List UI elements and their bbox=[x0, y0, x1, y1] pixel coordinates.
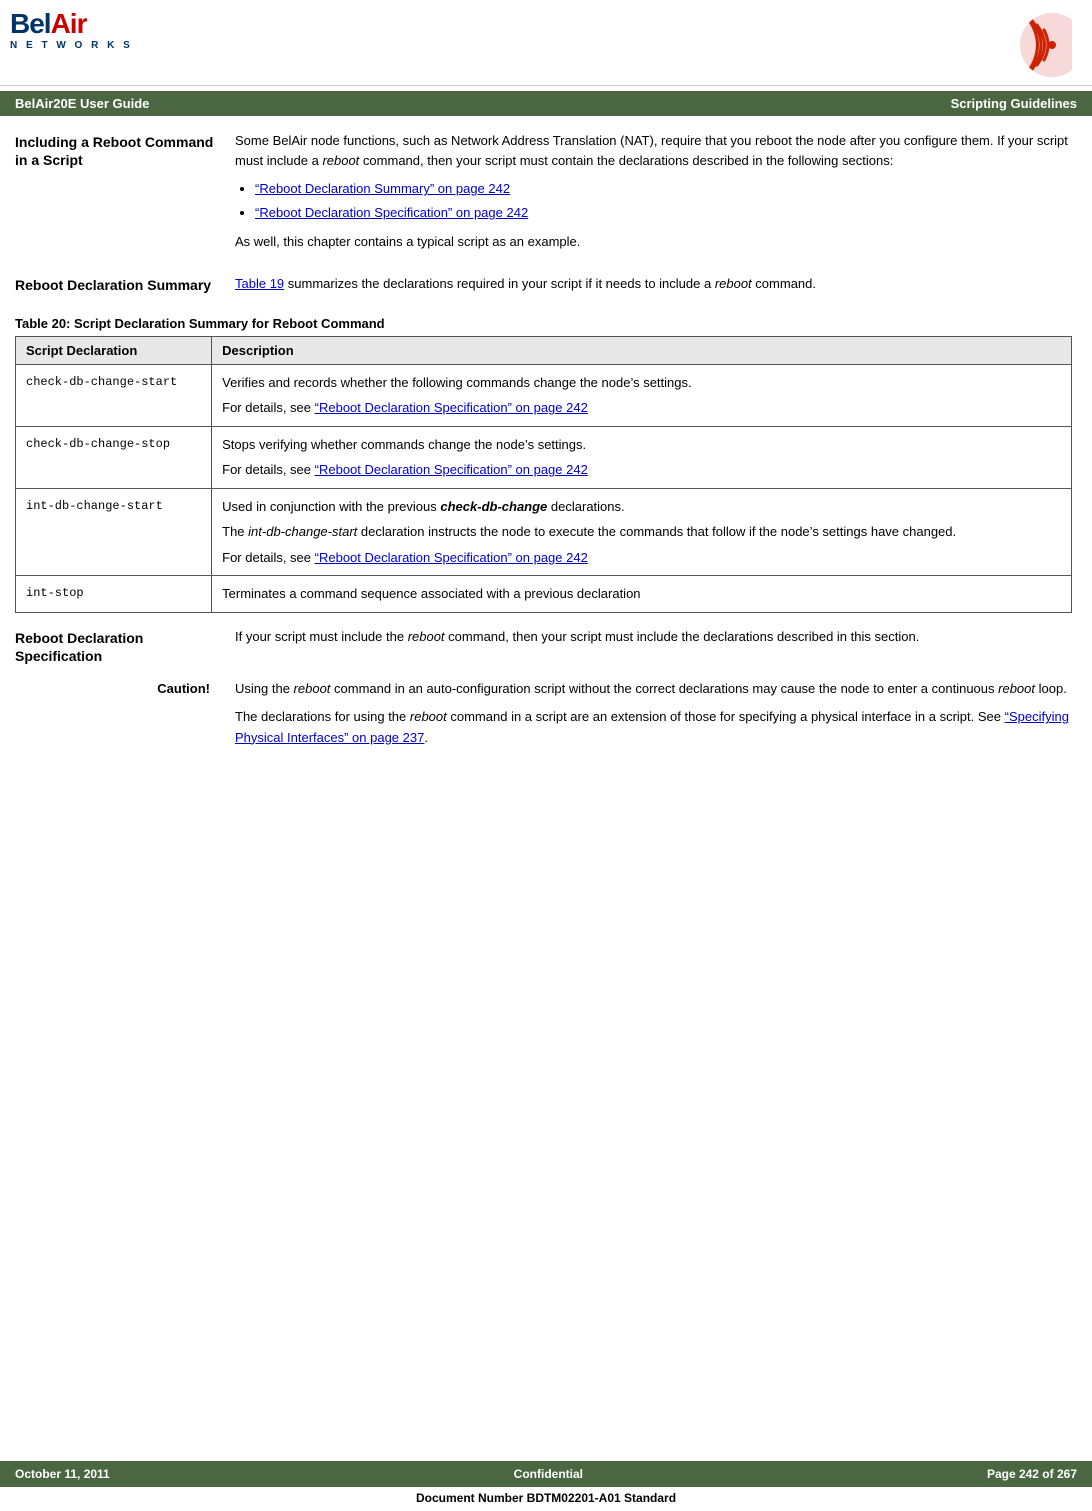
declarations-table: Script Declaration Description check-db-… bbox=[15, 336, 1072, 613]
col-description: Description bbox=[212, 336, 1072, 364]
footer-doc-number: Document Number BDTM02201-A01 Standard bbox=[0, 1487, 1092, 1511]
section-reboot-summary: Reboot Declaration Summary Table 19 summ… bbox=[15, 274, 1072, 302]
code-check-db-stop: check-db-change-stop bbox=[16, 426, 212, 488]
section-summary-label: Reboot Declaration Summary bbox=[15, 274, 235, 302]
link-reboot-spec-4[interactable]: “Reboot Declaration Specification” on pa… bbox=[315, 550, 588, 565]
section-including: Including a Reboot Command in a Script S… bbox=[15, 131, 1072, 260]
desc-main-3: Used in conjunction with the previous ch… bbox=[222, 497, 1061, 517]
link-specifying-physical[interactable]: “Specifying Physical Interfaces” on page… bbox=[235, 709, 1069, 744]
footer-confidential: Confidential bbox=[514, 1467, 583, 1481]
reboot-italic-5: reboot bbox=[998, 681, 1035, 696]
including-intro: Some BelAir node functions, such as Netw… bbox=[235, 131, 1072, 171]
logo-bel: Bel bbox=[10, 8, 51, 39]
link-reboot-spec-1[interactable]: “Reboot Declaration Specification” on pa… bbox=[255, 205, 528, 220]
table-title: Table 20: Script Declaration Summary for… bbox=[15, 316, 1072, 331]
logo-air: Air bbox=[51, 8, 87, 39]
list-item-2: “Reboot Declaration Specification” on pa… bbox=[255, 203, 1072, 223]
code-check-db-start: check-db-change-start bbox=[16, 364, 212, 426]
desc-main-4: Terminates a command sequence associated… bbox=[222, 584, 1061, 604]
header-icon bbox=[982, 10, 1072, 80]
logo-networks: N E T W O R K S bbox=[10, 40, 133, 51]
link-reboot-spec-2[interactable]: “Reboot Declaration Specification” on pa… bbox=[315, 400, 588, 415]
section-caution: Caution! Using the reboot command in an … bbox=[15, 679, 1072, 755]
code-int-stop: int-stop bbox=[16, 576, 212, 613]
link-reboot-spec-3[interactable]: “Reboot Declaration Specification” on pa… bbox=[315, 462, 588, 477]
table-row: int-stop Terminates a command sequence a… bbox=[16, 576, 1072, 613]
including-list: “Reboot Declaration Summary” on page 242… bbox=[255, 179, 1072, 223]
desc-check-db-start: Verifies and records whether the followi… bbox=[212, 364, 1072, 426]
desc-int-db-start: Used in conjunction with the previous ch… bbox=[212, 488, 1072, 576]
desc-line2-3: The int-db-change-start declaration inst… bbox=[222, 522, 1061, 542]
reboot-italic-4: reboot bbox=[294, 681, 331, 696]
section-spec-content: If your script must include the reboot c… bbox=[235, 627, 1072, 665]
section-summary-content: Table 19 summarizes the declarations req… bbox=[235, 274, 1072, 302]
reboot-italic-2: reboot bbox=[715, 276, 752, 291]
check-db-italic: check-db-change bbox=[440, 499, 547, 514]
section-spec-label: Reboot Declaration Specification bbox=[15, 627, 235, 665]
code-int-db-start: int-db-change-start bbox=[16, 488, 212, 576]
list-item-1: “Reboot Declaration Summary” on page 242 bbox=[255, 179, 1072, 199]
desc-int-stop: Terminates a command sequence associated… bbox=[212, 576, 1072, 613]
desc-link-2: For details, see “Reboot Declaration Spe… bbox=[222, 460, 1061, 480]
antenna-icon bbox=[982, 10, 1072, 80]
col-script-declaration: Script Declaration bbox=[16, 336, 212, 364]
table-header-row: Script Declaration Description bbox=[16, 336, 1072, 364]
desc-link-1: For details, see “Reboot Declaration Spe… bbox=[222, 398, 1061, 418]
spec-text: If your script must include the reboot c… bbox=[235, 627, 1072, 647]
reboot-italic-3: reboot bbox=[408, 629, 445, 644]
caution-content: Using the reboot command in an auto-conf… bbox=[235, 679, 1072, 755]
title-bar: BelAir20E User Guide Scripting Guideline… bbox=[0, 91, 1092, 116]
footer-bar: October 11, 2011 Confidential Page 242 o… bbox=[0, 1461, 1092, 1487]
desc-link-3: For details, see “Reboot Declaration Spe… bbox=[222, 548, 1061, 568]
desc-main-2: Stops verifying whether commands change … bbox=[222, 435, 1061, 455]
table-row: check-db-change-start Verifies and recor… bbox=[16, 364, 1072, 426]
footer-date: October 11, 2011 bbox=[15, 1467, 110, 1481]
belair-logo: BelAir bbox=[10, 10, 133, 38]
summary-text: Table 19 summarizes the declarations req… bbox=[235, 274, 1072, 294]
footer: October 11, 2011 Confidential Page 242 o… bbox=[0, 1461, 1092, 1511]
main-content: Including a Reboot Command in a Script S… bbox=[0, 116, 1092, 772]
header: BelAir N E T W O R K S bbox=[0, 0, 1092, 86]
check-db-bold-italic: check-db-change bbox=[440, 499, 547, 514]
summary-text-end: command. bbox=[752, 276, 816, 291]
reboot-italic-1: reboot bbox=[322, 153, 359, 168]
table-19-link[interactable]: Table 19 bbox=[235, 276, 284, 291]
reboot-italic-6: reboot bbox=[410, 709, 447, 724]
desc-check-db-stop: Stops verifying whether commands change … bbox=[212, 426, 1072, 488]
caution-line2: The declarations for using the reboot co… bbox=[235, 707, 1072, 747]
summary-text-middle: summarizes the declarations required in … bbox=[284, 276, 715, 291]
desc-main-1: Verifies and records whether the followi… bbox=[222, 373, 1061, 393]
caution-label: Caution! bbox=[15, 679, 235, 755]
including-conclusion: As well, this chapter contains a typical… bbox=[235, 232, 1072, 252]
link-reboot-summary-1[interactable]: “Reboot Declaration Summary” on page 242 bbox=[255, 181, 510, 196]
title-right: Scripting Guidelines bbox=[951, 96, 1077, 111]
title-left: BelAir20E User Guide bbox=[15, 96, 149, 111]
int-db-italic: int-db-change-start bbox=[248, 524, 357, 539]
section-including-label: Including a Reboot Command in a Script bbox=[15, 131, 235, 260]
footer-page: Page 242 of 267 bbox=[987, 1467, 1077, 1481]
table-row: check-db-change-stop Stops verifying whe… bbox=[16, 426, 1072, 488]
section-specification: Reboot Declaration Specification If your… bbox=[15, 627, 1072, 665]
table-row: int-db-change-start Used in conjunction … bbox=[16, 488, 1072, 576]
logo-area: BelAir N E T W O R K S bbox=[10, 10, 133, 51]
caution-line1: Using the reboot command in an auto-conf… bbox=[235, 679, 1072, 699]
section-including-content: Some BelAir node functions, such as Netw… bbox=[235, 131, 1072, 260]
